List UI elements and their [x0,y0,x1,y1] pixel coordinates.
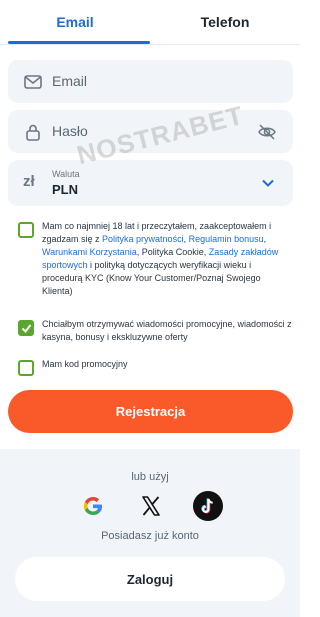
checkmark-icon [21,324,32,334]
promo-code-checkbox[interactable] [18,360,34,376]
promo-code-option: Mam kod promocyjny [18,358,293,376]
register-button[interactable]: Rejestracja [8,390,293,433]
currency-value: PLN [52,182,78,197]
currency-label: Waluta [52,169,80,179]
promo-code-text: Mam kod promocyjny [42,359,128,369]
password-placeholder: Hasło [52,123,88,139]
lock-icon [26,124,40,141]
tab-phone[interactable]: Telefon [150,0,300,44]
terms-checkbox[interactable] [18,222,34,238]
terms-sep-2: , [263,234,267,244]
promo-checkbox[interactable] [18,320,34,336]
mail-icon [24,75,42,89]
terms-consent: Mam co najmniej 18 lat i przeczytałem, z… [18,220,293,310]
currency-symbol-icon: zł [23,173,35,190]
promo-consent: Chciałbym otrzymywać wiadomości promocyj… [18,318,293,348]
or-use-text: lub użyj [131,471,169,483]
auth-tabs: Email Telefon [0,0,300,44]
login-button[interactable]: Zaloguj [15,557,285,601]
promo-text: Chciałbym otrzymywać wiadomości promocyj… [42,319,292,342]
email-placeholder: Email [52,73,88,89]
bonus-rules-link[interactable]: Regulamin bonusu [189,234,264,244]
chevron-down-icon [262,179,274,187]
terms-text: Mam co najmniej 18 lat i przeczytałem, z… [42,220,293,298]
tab-email[interactable]: Email [0,0,150,44]
privacy-policy-link[interactable]: Polityka prywatności [102,234,184,244]
password-field[interactable]: Hasło [8,110,293,153]
google-icon[interactable] [78,491,108,521]
eye-off-icon[interactable] [257,122,277,142]
have-account-text: Posiadasz już konto [101,530,199,542]
terms-of-use-link[interactable]: Warunkami Korzystania [42,247,137,257]
x-icon[interactable] [136,491,166,521]
terms-text-2: , Polityka Cookie, [136,247,209,257]
tabs-divider [0,44,300,45]
tiktok-icon[interactable] [193,491,223,521]
currency-select[interactable]: zł Waluta PLN [8,160,293,206]
email-field[interactable]: Email [8,60,293,103]
